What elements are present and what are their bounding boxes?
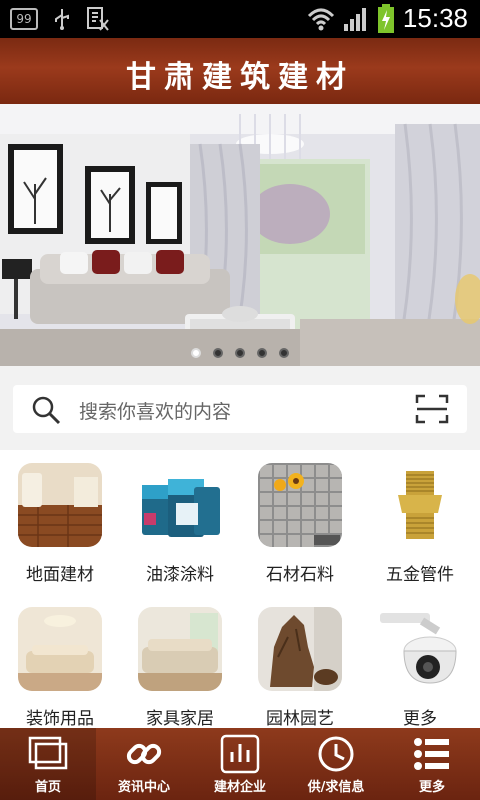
category-label: 石材石料 bbox=[266, 565, 334, 585]
tab-label: 更多 bbox=[418, 780, 445, 795]
tab-supply-demand[interactable]: 供/求信息 bbox=[288, 728, 384, 800]
carousel-dot[interactable] bbox=[257, 348, 267, 358]
category-paint[interactable]: 油漆涂料 bbox=[120, 450, 240, 590]
link-icon bbox=[126, 743, 162, 765]
tab-news[interactable]: 资讯中心 bbox=[96, 728, 192, 800]
camera-dome-image bbox=[378, 607, 462, 691]
tab-label: 建材企业 bbox=[213, 780, 266, 795]
document-icon bbox=[87, 7, 109, 31]
banner-image bbox=[0, 104, 480, 366]
search-placeholder[interactable]: 搜索你喜欢的内容 bbox=[79, 397, 231, 424]
tab-more[interactable]: 更多 bbox=[384, 728, 480, 800]
app-title: 甘肃建筑建材 bbox=[126, 60, 354, 95]
garden-rock-image bbox=[258, 607, 342, 691]
paint-cans-image bbox=[138, 463, 222, 547]
category-label: 园林园艺 bbox=[266, 709, 334, 729]
bottom-tab-bar: 首页 资讯中心 建材企业 供/求信息 更多 bbox=[0, 728, 480, 800]
search-icon bbox=[32, 396, 61, 425]
decor-room-image bbox=[18, 607, 102, 691]
category-stone[interactable]: 石材石料 bbox=[240, 450, 360, 590]
category-garden[interactable]: 园林园艺 bbox=[240, 590, 360, 729]
wifi-icon bbox=[307, 8, 334, 30]
notification-count-icon: 99 bbox=[10, 8, 38, 30]
stone-tiles-image bbox=[258, 463, 342, 547]
carousel-dot[interactable] bbox=[213, 348, 223, 358]
carousel-dot[interactable] bbox=[235, 348, 245, 358]
category-flooring[interactable]: 地面建材 bbox=[0, 450, 120, 590]
category-hardware[interactable]: 五金管件 bbox=[360, 450, 480, 590]
carousel-dot-active[interactable] bbox=[191, 348, 201, 358]
search-box[interactable]: 搜索你喜欢的内容 bbox=[13, 385, 467, 433]
tab-home[interactable]: 首页 bbox=[0, 728, 96, 800]
category-label: 装饰用品 bbox=[26, 709, 94, 729]
flooring-image bbox=[18, 463, 102, 547]
app-header: 甘肃建筑建材 bbox=[0, 38, 480, 104]
category-furniture[interactable]: 家具家居 bbox=[120, 590, 240, 729]
clock-time: 15:38 bbox=[402, 3, 468, 33]
status-bar: 99 15:38 bbox=[0, 0, 480, 38]
scan-qr-icon[interactable] bbox=[415, 394, 449, 424]
category-grid: 地面建材 油漆涂料 石材石料 五金管件 装饰用品 家具家居 园林园艺 更多 bbox=[0, 450, 480, 729]
search-section: 搜索你喜欢的内容 bbox=[0, 366, 480, 450]
home-icon bbox=[28, 736, 68, 770]
category-more[interactable]: 更多 bbox=[360, 590, 480, 729]
carousel-dot[interactable] bbox=[279, 348, 289, 358]
tab-companies[interactable]: 建材企业 bbox=[192, 728, 288, 800]
tab-label: 首页 bbox=[34, 780, 61, 795]
battery-charging-icon bbox=[377, 3, 394, 33]
signal-icon bbox=[343, 7, 366, 31]
category-label: 地面建材 bbox=[26, 565, 94, 585]
clock-icon bbox=[318, 736, 354, 772]
category-label: 更多 bbox=[403, 709, 437, 729]
category-decor[interactable]: 装饰用品 bbox=[0, 590, 120, 729]
tab-label: 供/求信息 bbox=[307, 780, 365, 795]
banner-carousel[interactable] bbox=[0, 104, 480, 366]
brass-fitting-image bbox=[378, 463, 462, 547]
carousel-indicator bbox=[0, 348, 480, 358]
usb-icon bbox=[55, 9, 69, 30]
category-label: 五金管件 bbox=[386, 565, 454, 585]
sofa-room-image bbox=[138, 607, 222, 691]
tab-label: 资讯中心 bbox=[117, 780, 170, 795]
list-icon bbox=[414, 738, 449, 770]
chart-icon bbox=[220, 734, 260, 774]
category-label: 油漆涂料 bbox=[146, 565, 214, 585]
category-label: 家具家居 bbox=[146, 709, 214, 729]
